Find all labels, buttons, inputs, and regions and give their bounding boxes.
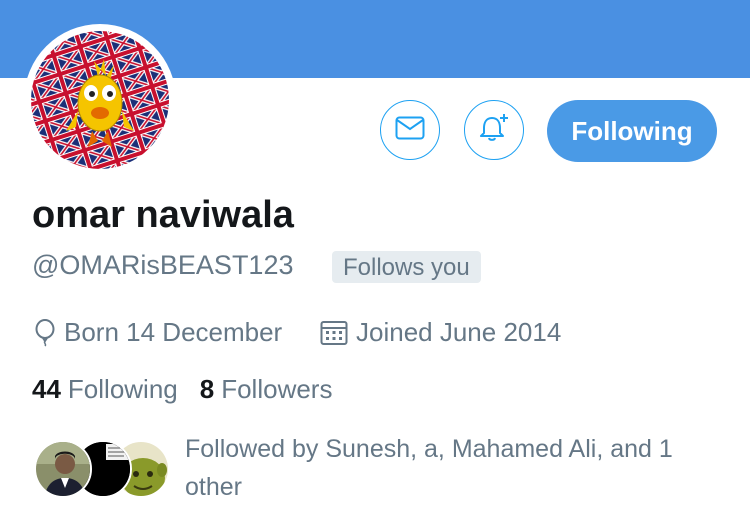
followers-stat[interactable]: 8 Followers <box>200 374 333 405</box>
join-date-text: Joined June 2014 <box>356 317 562 347</box>
envelope-icon <box>395 116 425 145</box>
profile-stats: 44 Following 8 Followers <box>32 374 354 405</box>
birthday: Born 14 December <box>34 317 282 348</box>
profile-avatar[interactable] <box>24 24 176 176</box>
bell-plus-icon <box>478 112 510 149</box>
join-date: Joined June 2014 <box>320 317 561 348</box>
avatar-image <box>31 31 169 169</box>
birthday-text: Born 14 December <box>64 317 283 347</box>
followers-label: Followers <box>221 374 333 404</box>
followed-by-text[interactable]: Followed by Sunesh, a, Mahamed Ali, and … <box>185 430 725 506</box>
calendar-icon <box>320 320 348 346</box>
profile-handle: @OMARisBEAST123 <box>32 250 294 280</box>
following-label: Following <box>67 374 178 404</box>
follower-avatar <box>34 440 92 498</box>
followers-count: 8 <box>199 374 215 404</box>
mutual-followers-avatars[interactable] <box>34 440 174 500</box>
balloon-icon <box>34 318 56 347</box>
notifications-button[interactable] <box>464 100 524 160</box>
following-stat[interactable]: 44 Following <box>32 374 178 405</box>
message-button[interactable] <box>380 100 440 160</box>
following-count: 44 <box>32 374 61 404</box>
following-button[interactable]: Following <box>547 100 717 162</box>
profile-name: omar naviwala <box>32 194 294 236</box>
follows-you-badge: Follows you <box>332 251 481 283</box>
